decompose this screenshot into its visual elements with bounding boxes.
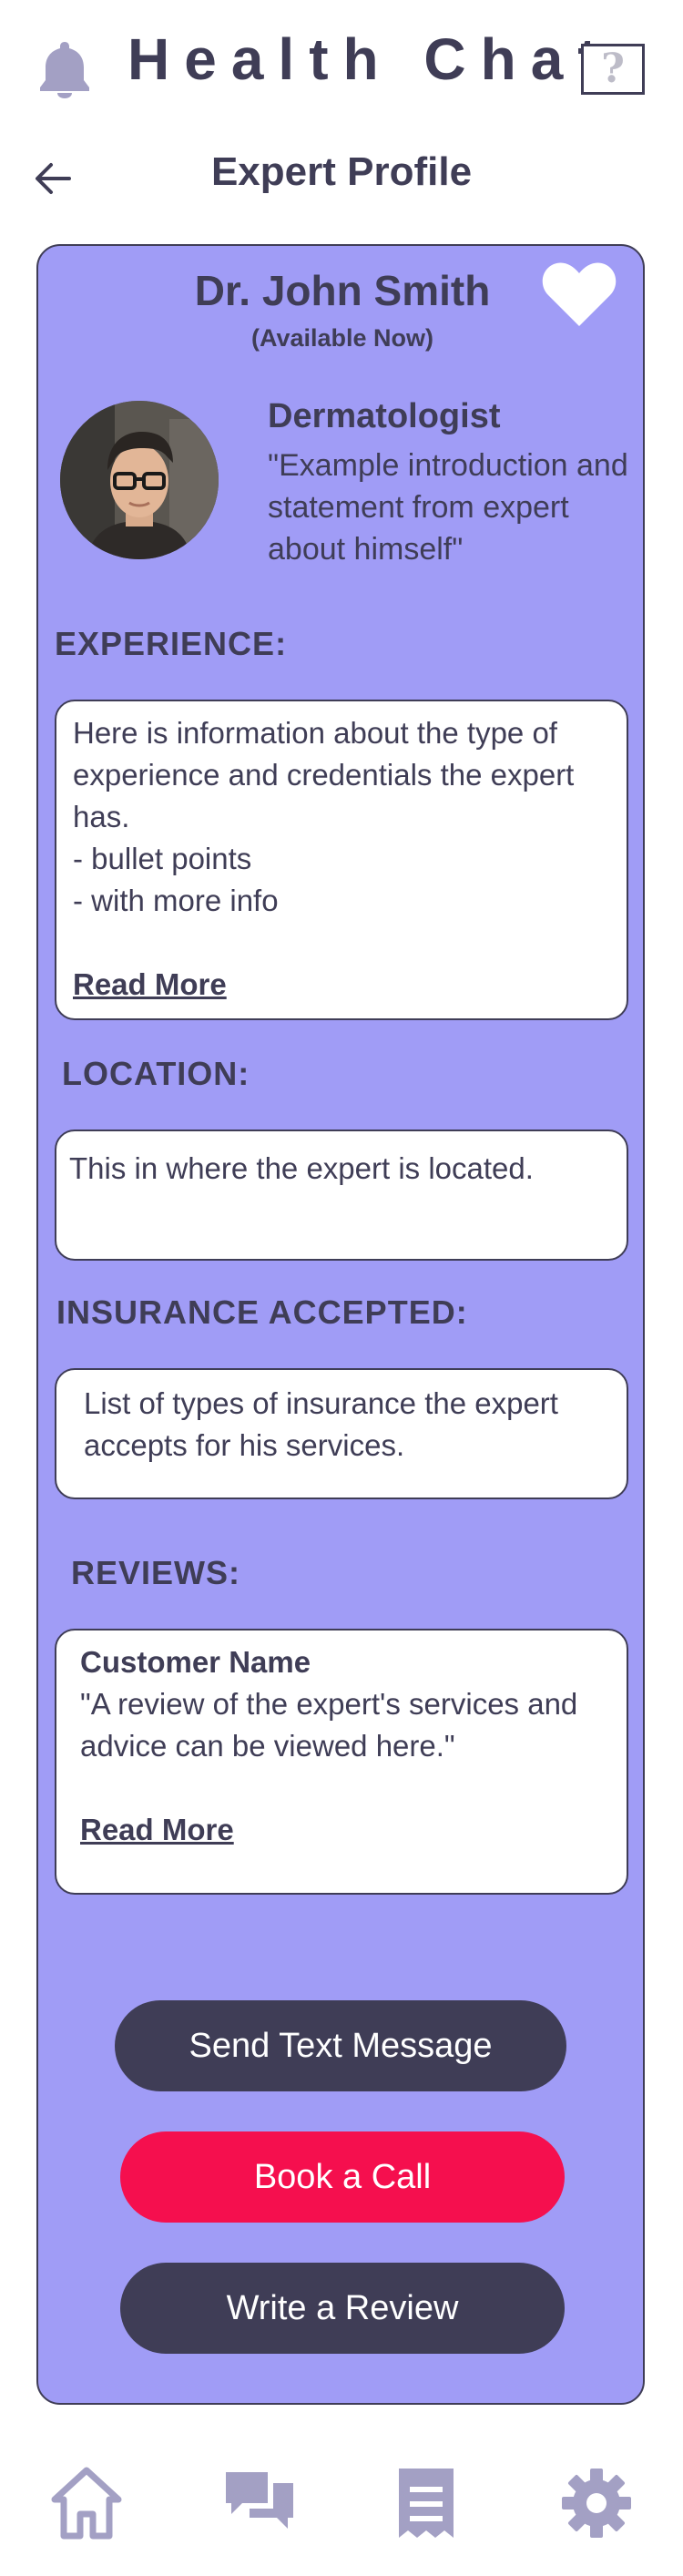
help-button[interactable]: ? <box>581 44 645 95</box>
experience-line: Here is information about the type of <box>73 716 557 750</box>
review-line: advice can be viewed here." <box>80 1729 455 1763</box>
bottom-navigation <box>0 2450 683 2550</box>
expert-avatar <box>60 401 219 559</box>
location-box: This in where the expert is located. <box>55 1130 628 1261</box>
review-read-more-link[interactable]: Read More <box>80 1809 234 1851</box>
reviews-heading: REVIEWS: <box>71 1554 241 1591</box>
review-customer-name: Customer Name <box>80 1645 311 1679</box>
app-header: Health Chat ? <box>0 0 683 128</box>
experience-read-more-link[interactable]: Read More <box>73 964 227 1006</box>
experience-line: has. <box>73 800 130 833</box>
experience-line: experience and credentials the expert <box>73 758 575 792</box>
heart-icon[interactable] <box>541 259 617 328</box>
gear-icon[interactable] <box>561 2467 632 2540</box>
experience-line: - with more info <box>73 884 279 917</box>
insurance-line: accepts for his services. <box>84 1428 405 1462</box>
location-text: This in where the expert is located. <box>69 1151 534 1185</box>
expert-specialty: Dermatologist <box>268 397 501 435</box>
insurance-line: List of types of insurance the expert <box>84 1386 558 1420</box>
experience-box: Here is information about the type of ex… <box>55 700 628 1020</box>
insurance-box: List of types of insurance the expert ac… <box>55 1368 628 1499</box>
review-box: Customer Name "A review of the expert's … <box>55 1629 628 1895</box>
expert-intro: "Example introduction and statement from… <box>268 448 628 567</box>
app-title: Health Chat <box>127 26 612 92</box>
bell-icon[interactable] <box>36 38 93 98</box>
experience-heading: EXPERIENCE: <box>55 625 288 662</box>
expert-profile-card: Dr. John Smith (Available Now) Dermatolo… <box>36 244 645 2405</box>
page-header: Expert Profile <box>0 137 683 219</box>
home-icon[interactable] <box>51 2467 122 2540</box>
write-review-button[interactable]: Write a Review <box>120 2263 565 2354</box>
availability-status: (Available Now) <box>250 324 434 352</box>
insurance-heading: INSURANCE ACCEPTED: <box>56 1293 468 1331</box>
receipt-icon[interactable] <box>393 2467 459 2540</box>
review-line: "A review of the expert's services and <box>80 1687 578 1721</box>
chat-icon[interactable] <box>222 2467 297 2540</box>
send-text-message-button[interactable]: Send Text Message <box>115 2000 566 2091</box>
book-call-button[interactable]: Book a Call <box>120 2131 565 2223</box>
experience-line: - bullet points <box>73 842 252 875</box>
page-title: Expert Profile <box>210 149 473 194</box>
location-heading: LOCATION: <box>62 1055 250 1092</box>
